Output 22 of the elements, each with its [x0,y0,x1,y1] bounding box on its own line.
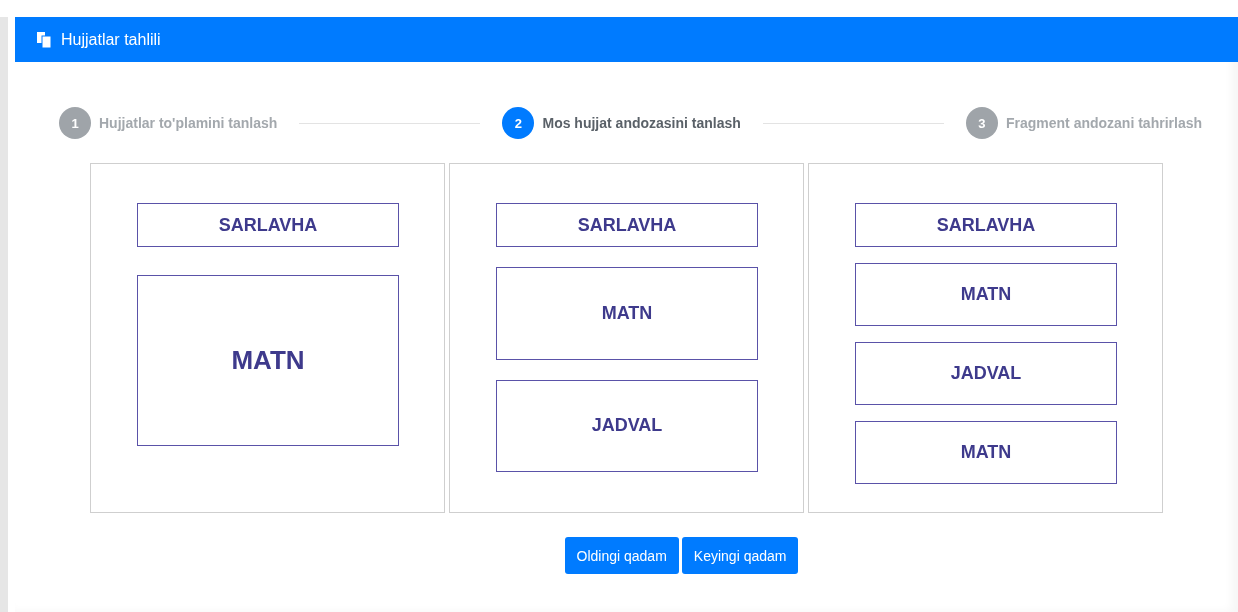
step-number[interactable]: 1 [59,107,91,139]
step-label[interactable]: Fragment andozani tahrirlash [1005,115,1202,131]
step-label[interactable]: Hujjatlar to'plamini tanlash [99,115,278,131]
previous-button[interactable]: Oldingi qadam [564,537,679,574]
text-block: MATN [855,263,1117,326]
step-number[interactable]: 2 [502,107,535,139]
heading-block: SARLAVHA [496,203,758,247]
documents-icon [37,31,51,48]
template-card[interactable]: SARLAVHA MATN JADVAL MATN [808,163,1163,513]
window-title: Hujjatlar tahlili [61,30,161,49]
step-label[interactable]: Mos hujjat andozasini tanlash [542,115,741,131]
step-number[interactable]: 3 [965,107,998,139]
heading-block: SARLAVHA [137,203,399,247]
template-card[interactable]: SARLAVHA MATN JADVAL [449,163,804,513]
template-card[interactable]: SARLAVHA MATN [90,163,445,513]
table-block: JADVAL [855,342,1117,405]
heading-block: SARLAVHA [855,203,1117,247]
text-block: MATN [496,267,758,360]
next-button[interactable]: Keyingi qadam [681,537,799,574]
text-block: MATN [855,421,1117,484]
text-block: MATN [137,275,399,446]
table-block: JADVAL [496,379,758,472]
